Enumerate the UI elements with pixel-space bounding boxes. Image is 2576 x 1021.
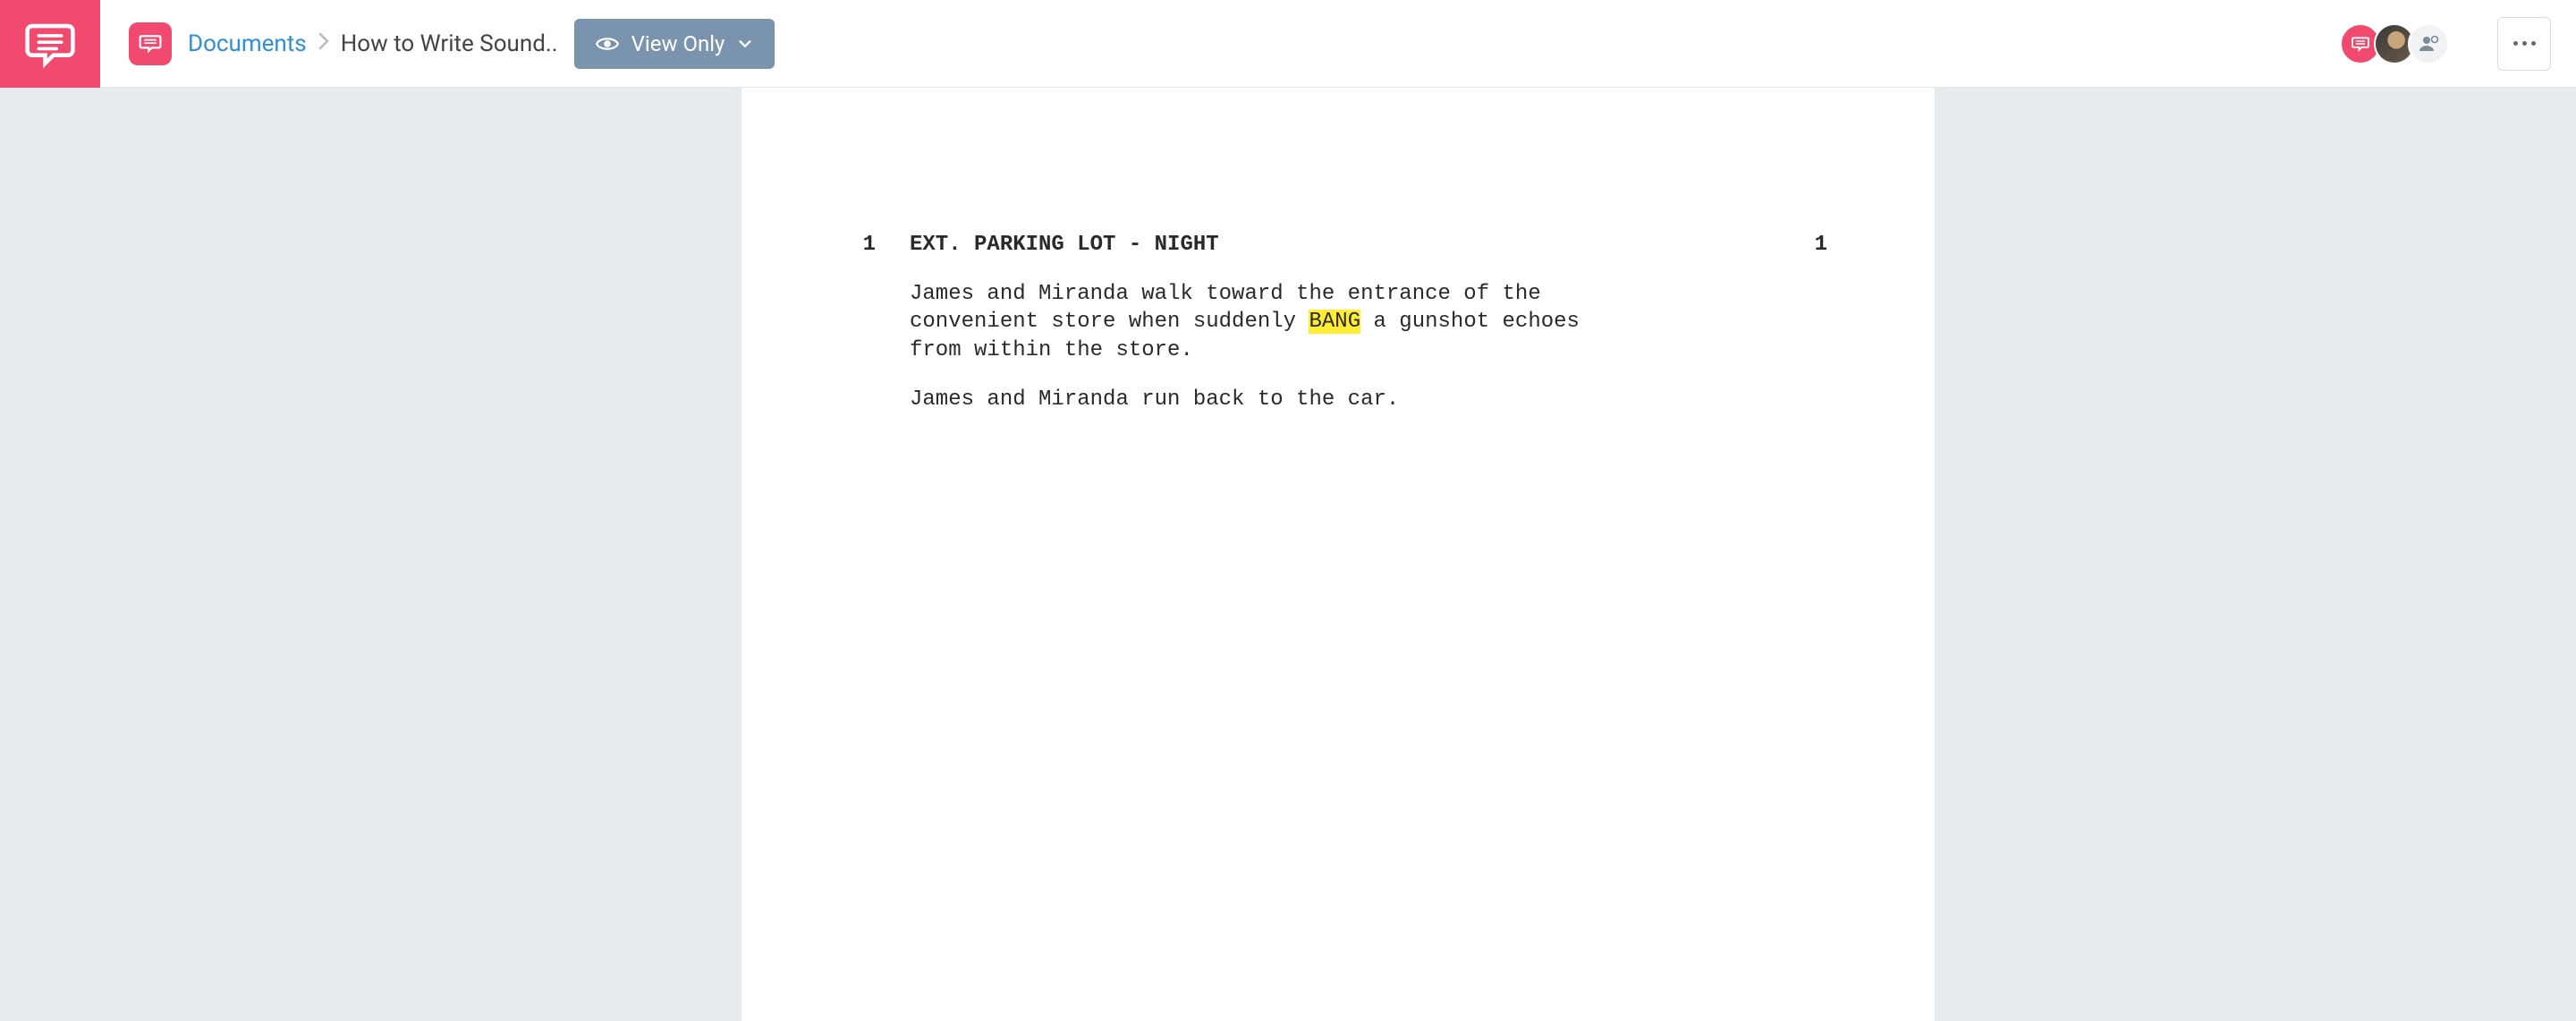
scene-number-right: 1 [1815,231,1827,259]
brand-logo[interactable] [0,0,100,88]
view-mode-dropdown[interactable]: View Only [574,19,775,69]
action-paragraph: James and Miranda walk toward the entran… [910,280,1589,364]
chat-bubble-icon [2350,33,2371,55]
eye-icon [596,32,619,55]
chevron-right-icon [318,30,330,57]
document-workspace: 1 EXT. PARKING LOT - NIGHT 1 James and M… [100,88,2576,1021]
view-mode-label: View Only [631,31,725,56]
add-collaborator-button[interactable] [2408,23,2449,64]
chat-bubble-icon [24,18,76,70]
breadcrumb-root-link[interactable]: Documents [188,30,307,57]
highlighted-sound: BANG [1309,310,1360,334]
action-text: James and Miranda run back to the car. [910,387,1399,412]
breadcrumb-current: How to Write Sound.. [341,30,558,57]
topbar: Documents How to Write Sound.. View Only [100,0,2576,88]
script-page: 1 EXT. PARKING LOT - NIGHT 1 James and M… [741,88,1935,1021]
scene-number-left: 1 [849,231,876,259]
more-options-button[interactable] [2497,17,2551,71]
breadcrumb: Documents How to Write Sound.. [188,30,558,57]
scene-heading-row: 1 EXT. PARKING LOT - NIGHT 1 [849,231,1827,259]
person-add-icon [2418,33,2439,55]
scene-heading: EXT. PARKING LOT - NIGHT [910,231,1219,259]
collaborator-avatars [2340,23,2449,64]
action-paragraph: James and Miranda run back to the car. [910,386,1589,413]
chat-bubble-icon [138,31,163,56]
ellipsis-icon [2513,41,2536,46]
document-icon-button[interactable] [129,22,172,65]
chevron-down-icon [737,36,753,52]
